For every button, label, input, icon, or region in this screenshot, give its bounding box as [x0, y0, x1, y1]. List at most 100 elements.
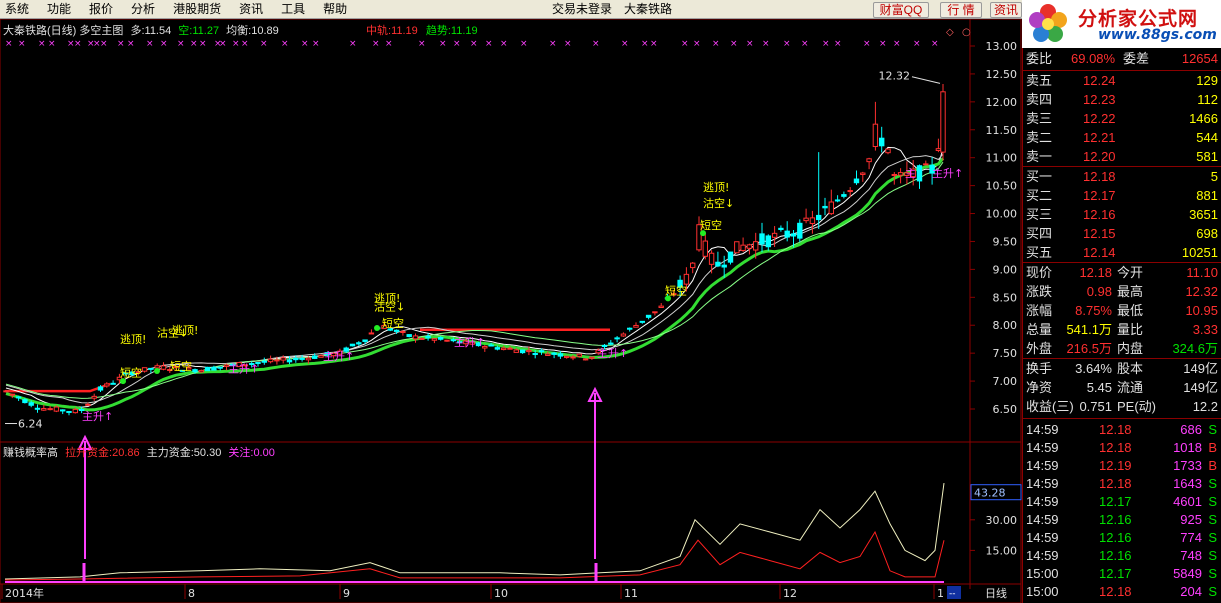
period-label: 日线	[985, 586, 1007, 600]
signal-marker: ×	[74, 39, 82, 49]
signal-marker: ×	[863, 39, 871, 49]
caifu-qq-button[interactable]: 财富QQ	[873, 2, 929, 18]
signal-marker: ×	[372, 39, 380, 49]
sell-level-label: 卖二	[1026, 130, 1053, 145]
tick-volume: 204	[1180, 584, 1202, 599]
duo-value: 11.54	[144, 25, 172, 37]
signal-marker: ×	[312, 39, 320, 49]
signal-marker: ×	[232, 39, 240, 49]
signal-label: 短空	[120, 366, 142, 380]
fund-row: 换手 3.64% 股本 149亿	[1023, 360, 1221, 378]
main-chart-title: 大秦铁路(日线) 多空主图	[3, 25, 124, 37]
menu-item-hk-futures[interactable]: 港股期货	[164, 0, 230, 19]
candle-body	[419, 337, 425, 340]
zhuli-fund-line	[4, 483, 945, 580]
candle-body	[790, 233, 797, 237]
stat-label: 外盘	[1026, 341, 1053, 356]
price-tick-label: 9.00	[993, 263, 1018, 276]
candle-body	[431, 338, 438, 341]
candle-body	[866, 158, 872, 163]
weicha-value: 12654	[1181, 51, 1218, 66]
login-status: 交易未登录	[552, 2, 613, 16]
signal-marker: ×	[913, 39, 921, 49]
signal-marker: ×	[385, 39, 393, 49]
tick-side: S	[1208, 584, 1217, 599]
signal-marker: ×	[621, 39, 629, 49]
sell-level-label: 卖五	[1026, 73, 1053, 88]
candle-body	[759, 233, 765, 245]
candle-body	[217, 366, 223, 369]
buy-row: 买四 12.15 698	[1023, 225, 1221, 243]
sell-volume: 1466	[1189, 111, 1218, 126]
price-tick-label: 11.00	[986, 152, 1018, 165]
candle-body	[860, 172, 866, 175]
tick-price: 12.17	[1099, 494, 1132, 509]
tick-volume: 925	[1180, 512, 1202, 527]
signal-marker: ×	[822, 39, 830, 49]
stat-value: 12.32	[1185, 284, 1218, 299]
signal-marker: ×	[470, 39, 478, 49]
signal-label: 主升↑	[228, 363, 259, 376]
candle-body	[211, 366, 217, 371]
sell-price: 12.24	[1083, 73, 1116, 88]
tick-volume: 1733	[1173, 458, 1202, 473]
stat-label: 量比	[1117, 322, 1144, 337]
menu-item-help[interactable]: 帮助	[314, 0, 356, 19]
candle-body	[110, 382, 116, 385]
fund-row: 收益(三) 0.751 PE(动) 12.2	[1023, 398, 1221, 416]
menu-item-analysis[interactable]: 分析	[122, 0, 164, 19]
signal-marker: ×	[349, 39, 357, 49]
candle-body	[28, 402, 34, 406]
candle-body	[734, 241, 740, 254]
tick-row: 14:59 12.16 748 S	[1023, 547, 1221, 565]
candle-body	[683, 273, 690, 285]
menu-item-news[interactable]: 资讯	[230, 0, 272, 19]
candle-body	[356, 342, 362, 345]
signal-marker: ×	[418, 39, 426, 49]
candle-body	[803, 217, 809, 222]
candle-body	[784, 230, 790, 238]
low-price-label: 6.24	[18, 418, 43, 431]
candle-body	[828, 201, 834, 215]
zixun-button[interactable]: 资讯	[990, 2, 1022, 18]
stat-value: 8.75%	[1075, 303, 1112, 318]
menu-item-system[interactable]: 系统	[0, 0, 38, 19]
sell-level-label: 卖一	[1026, 149, 1053, 164]
candle-body	[841, 194, 847, 197]
main-info-bar-2: 中轨:11.19 趋势:11.19	[366, 24, 478, 38]
sell-row: 卖三 12.22 1466	[1023, 110, 1221, 128]
candle-body	[148, 367, 154, 370]
site-logo: 分析家公式网 www.88gs.com	[1022, 0, 1221, 48]
signal-marker: ×	[520, 39, 528, 49]
signal-marker: ×	[117, 39, 125, 49]
signal-marker: ×	[439, 39, 447, 49]
tick-volume: 774	[1180, 530, 1202, 545]
candle-body	[658, 305, 664, 308]
sell-volume: 129	[1196, 73, 1218, 88]
kline-chart[interactable]: × × × × × × ×× × × × × × × × × ×× × × × × × × × × × × × × × × × × × × × × × ×…	[0, 19, 1022, 603]
signal-markers: × × × × × × ×× × × × × × × × × ×× × × × × × × × × × × × × × × × × × × × × × ×…	[5, 39, 939, 49]
signal-marker: ×	[730, 39, 738, 49]
sub-tick-label: 30.00	[986, 514, 1018, 527]
stat-value: 3.33	[1192, 322, 1218, 337]
candle-body	[501, 347, 507, 351]
menu-item-tools[interactable]: 工具	[272, 0, 314, 19]
signal-marker: ×	[549, 39, 557, 49]
buy-volume: 881	[1196, 188, 1218, 203]
lasheng-label: 拉升资金:	[65, 447, 113, 459]
sell-row: 卖四 12.23 112	[1023, 91, 1221, 109]
tick-price: 12.16	[1099, 530, 1132, 545]
tick-time: 14:59	[1026, 422, 1059, 437]
tick-row: 14:59 12.18 686 S	[1023, 421, 1221, 439]
fund-label: 流通	[1117, 380, 1144, 395]
sell-row: 卖一 12.20 581	[1023, 148, 1221, 166]
menu-item-function[interactable]: 功能	[38, 0, 80, 19]
ma-long-line	[5, 161, 944, 399]
fund-label: 股本	[1117, 361, 1144, 376]
hangqing-button[interactable]: 行 情	[940, 2, 982, 18]
sell-volume: 581	[1196, 149, 1218, 164]
buy-volume: 5	[1210, 169, 1218, 184]
candles	[3, 83, 946, 416]
menu-item-quote[interactable]: 报价	[80, 0, 122, 19]
candle-body	[192, 369, 198, 373]
